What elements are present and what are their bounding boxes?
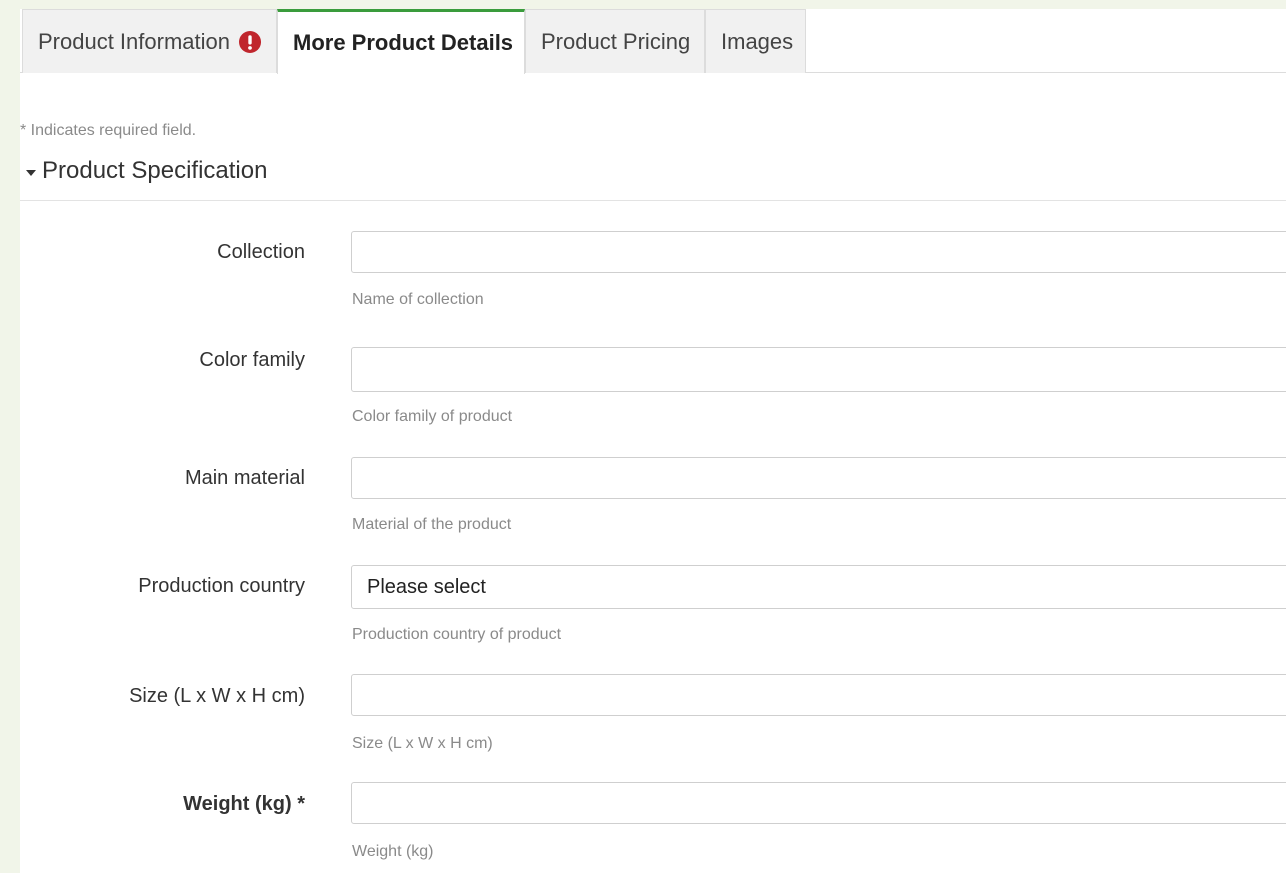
color-family-label: Color family	[199, 349, 305, 371]
main-material-input[interactable]	[351, 457, 1286, 499]
production-country-help: Production country of product	[352, 626, 562, 643]
color-family-help: Color family of product	[352, 408, 513, 425]
main-material-label: Main material	[184, 467, 305, 489]
exclamation-circle-icon	[238, 30, 261, 53]
tab-label: Product Pricing	[541, 28, 691, 54]
section-title: Product Specification	[42, 157, 268, 184]
size-label: Size (L x W x H cm)	[129, 685, 305, 707]
tab-label: More Product Details	[293, 30, 514, 55]
main-material-help: Material of the product	[352, 516, 512, 533]
tab-images[interactable]: Images	[705, 9, 806, 73]
collection-input[interactable]	[351, 231, 1286, 273]
size-help: Size (L x W x H cm)	[352, 735, 493, 752]
tab-more-product-details[interactable]: More Product Details	[277, 9, 525, 74]
page: Product Information More Product Details…	[20, 9, 1286, 873]
tab-label: Images	[721, 28, 794, 54]
color-family-input[interactable]	[351, 347, 1286, 392]
tab-bar: Product Information More Product Details…	[20, 9, 1286, 74]
section-toggle-product-specification[interactable]: Product Specification	[20, 157, 1286, 201]
weight-label: Weight (kg) *	[183, 793, 305, 815]
tab-product-information[interactable]: Product Information	[22, 9, 277, 73]
production-country-selected: Please select	[367, 575, 486, 598]
weight-input[interactable]	[351, 782, 1286, 824]
tab-label: Product Information	[38, 28, 230, 54]
required-field-note: * Indicates required field.	[20, 122, 197, 139]
collection-help: Name of collection	[352, 291, 484, 308]
size-input[interactable]	[351, 674, 1286, 716]
caret-down-icon	[26, 170, 36, 176]
production-country-label: Production country	[138, 575, 305, 597]
tab-product-pricing[interactable]: Product Pricing	[525, 9, 705, 73]
production-country-select[interactable]: Please select	[351, 565, 1286, 609]
collection-label: Collection	[217, 241, 305, 263]
weight-help: Weight (kg)	[352, 843, 434, 860]
